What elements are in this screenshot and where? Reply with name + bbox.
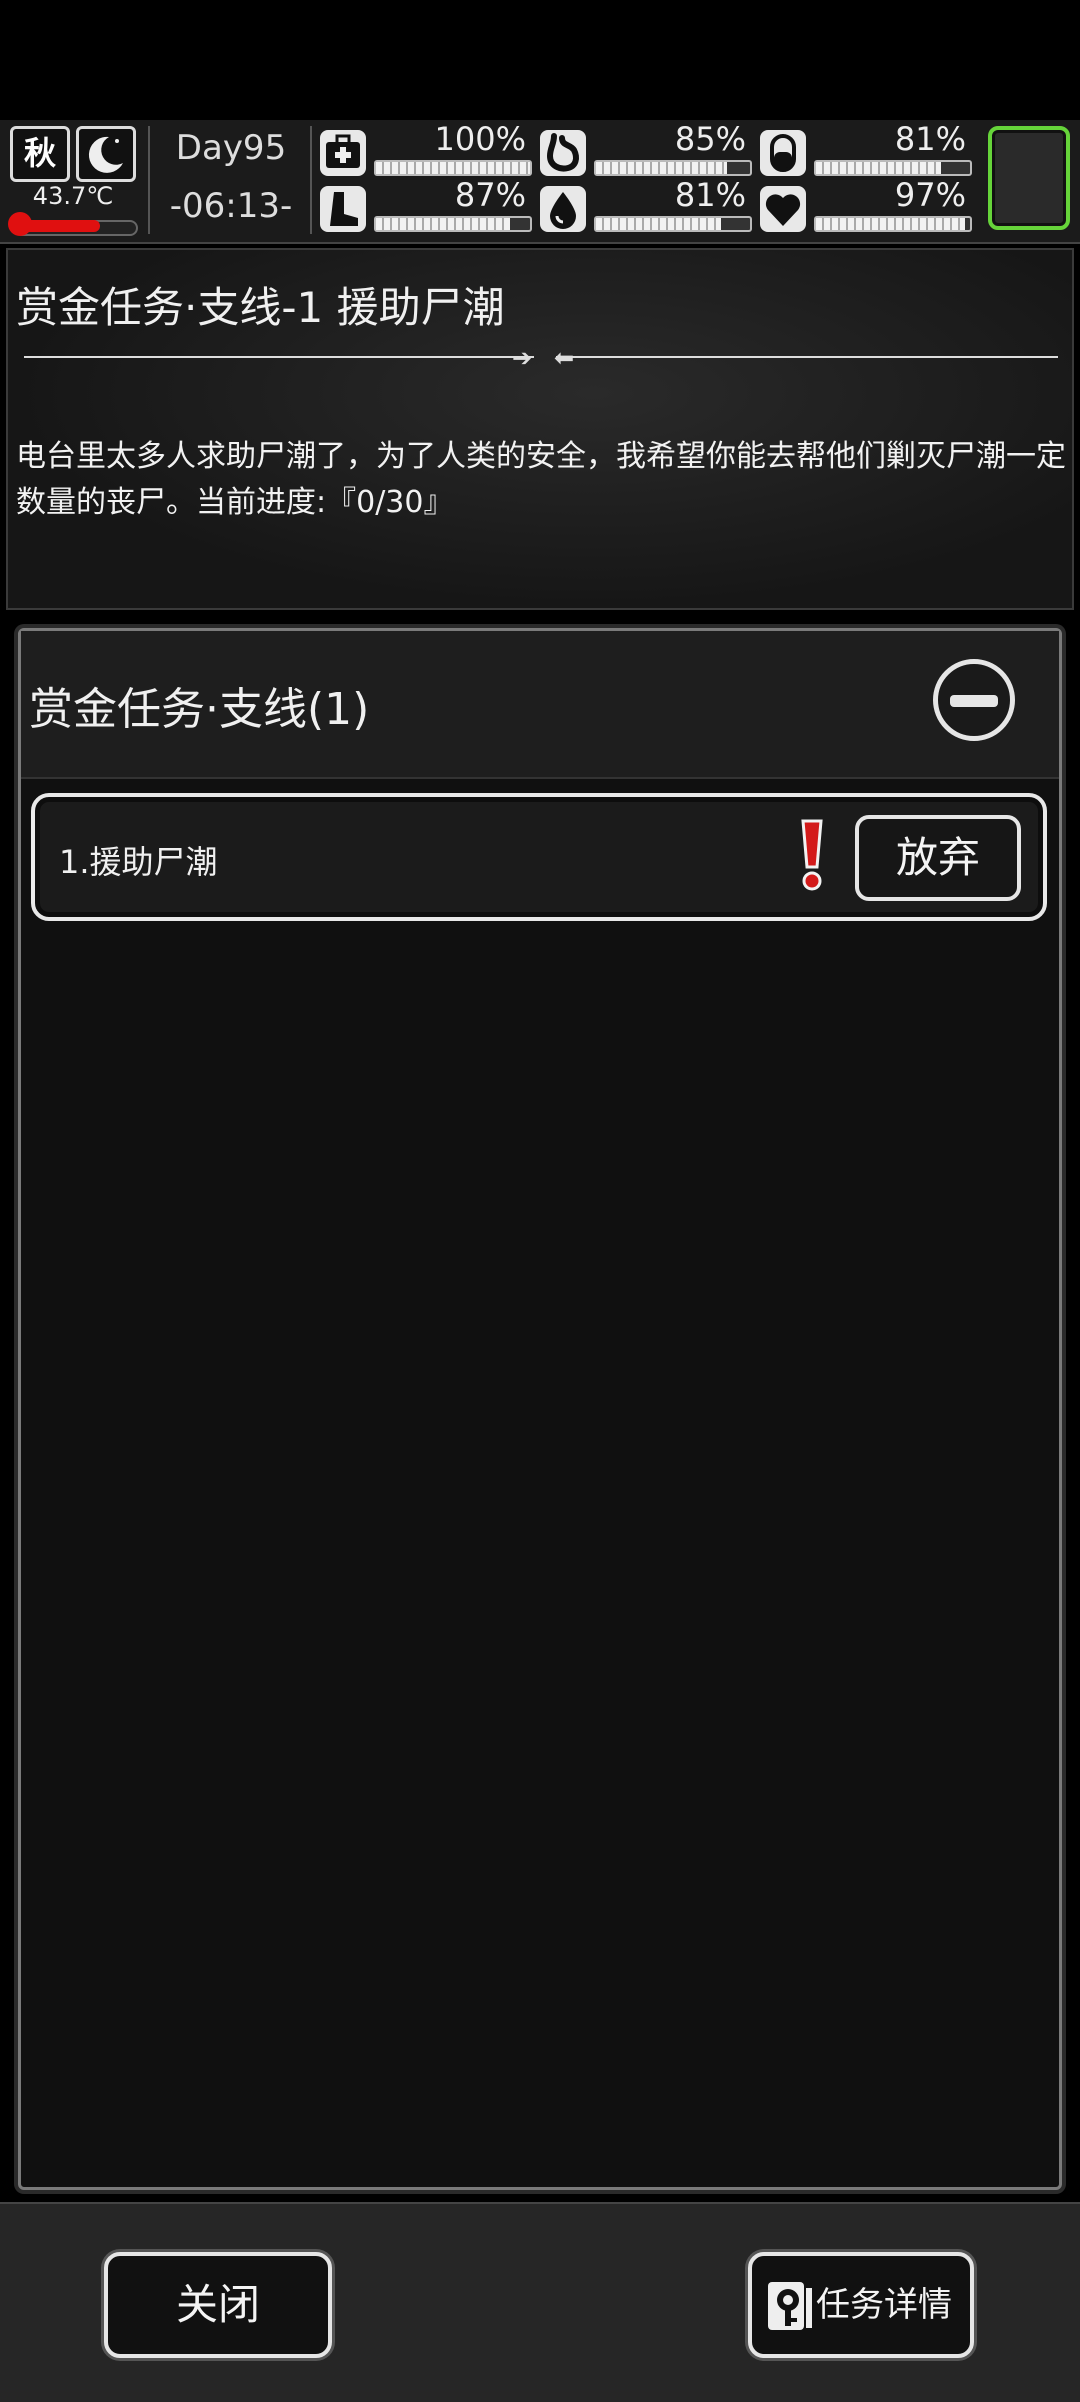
mood-percent: 97% (894, 176, 966, 214)
stamina-bar (374, 216, 532, 232)
water-drop-icon (540, 186, 586, 232)
close-button[interactable]: 关闭 (104, 2252, 332, 2358)
health-bar (374, 160, 532, 176)
stamina-percent: 87% (454, 176, 526, 214)
medkit-icon (320, 130, 366, 176)
quest-description: 电台里太多人求助尸潮了，为了人类的安全，我希望你能去帮他们剿灭尸潮一定数量的丧尸… (16, 439, 1066, 520)
quest-title: 赏金任务·支线-1 援助尸潮 (16, 283, 505, 332)
clock-time: -06:13- (169, 186, 293, 226)
quest-details-label: 任务详情 (816, 2285, 952, 2325)
quest-detail-card: 赏金任务·支线-1 援助尸潮 ➔ ⬅ 电台里太多人求助尸潮了，为了人类的安全，我… (6, 248, 1074, 610)
divider-arrow-left-icon: ⬅ (554, 344, 575, 372)
medicine-bar (814, 160, 972, 176)
day-counter: Day95 (175, 128, 287, 168)
quest-scroll-key-icon (764, 2276, 818, 2336)
exclamation-alert-icon (797, 815, 827, 895)
quest-list-item[interactable]: 1.援助尸潮 放弃 (31, 793, 1047, 921)
quest-details-button[interactable]: 任务详情 (748, 2252, 974, 2358)
medicine-percent: 81% (894, 120, 966, 158)
boot-icon (320, 186, 366, 232)
divider (310, 126, 312, 234)
moon-night-icon (76, 126, 136, 182)
temperature-value: 43.7℃ (32, 182, 114, 210)
hunger-bar (594, 160, 752, 176)
hunger-bar-fill (596, 162, 727, 174)
mood-bar-fill (816, 218, 966, 230)
divider-arrow-right-icon: ➔ (512, 344, 533, 372)
mood-bar (814, 216, 972, 232)
collapse-minus-icon[interactable] (933, 659, 1015, 741)
quest-list-panel: 赏金任务·支线(1) 1.援助尸潮 放弃 (18, 628, 1062, 2190)
quest-group-header[interactable]: 赏金任务·支线(1) (21, 631, 1059, 779)
quest-group-title: 赏金任务·支线(1) (29, 684, 370, 735)
stamina-bar-fill (376, 218, 510, 230)
pill-icon (760, 130, 806, 176)
status-bar: 秋 43.7℃ Day95 -06:13- 100% 85% 81% 87% 8… (0, 120, 1080, 244)
health-percent: 100% (434, 120, 526, 158)
heart-icon (760, 186, 806, 232)
divider (148, 126, 150, 234)
abandon-button[interactable]: 放弃 (855, 815, 1021, 901)
season-badge: 秋 (10, 126, 70, 182)
stomach-icon (540, 130, 586, 176)
health-bar-fill (376, 162, 530, 174)
thermometer-icon (8, 212, 32, 236)
thirst-percent: 81% (674, 176, 746, 214)
inventory-slot-button[interactable] (988, 126, 1070, 230)
medicine-bar-fill (816, 162, 941, 174)
title-divider-left (24, 356, 534, 358)
quest-item-label: 1.援助尸潮 (59, 843, 218, 881)
thirst-bar (594, 216, 752, 232)
thirst-bar-fill (596, 218, 721, 230)
hunger-percent: 85% (674, 120, 746, 158)
bottom-action-bar: 关闭 任务详情 (0, 2202, 1080, 2402)
title-divider-right (556, 356, 1058, 358)
